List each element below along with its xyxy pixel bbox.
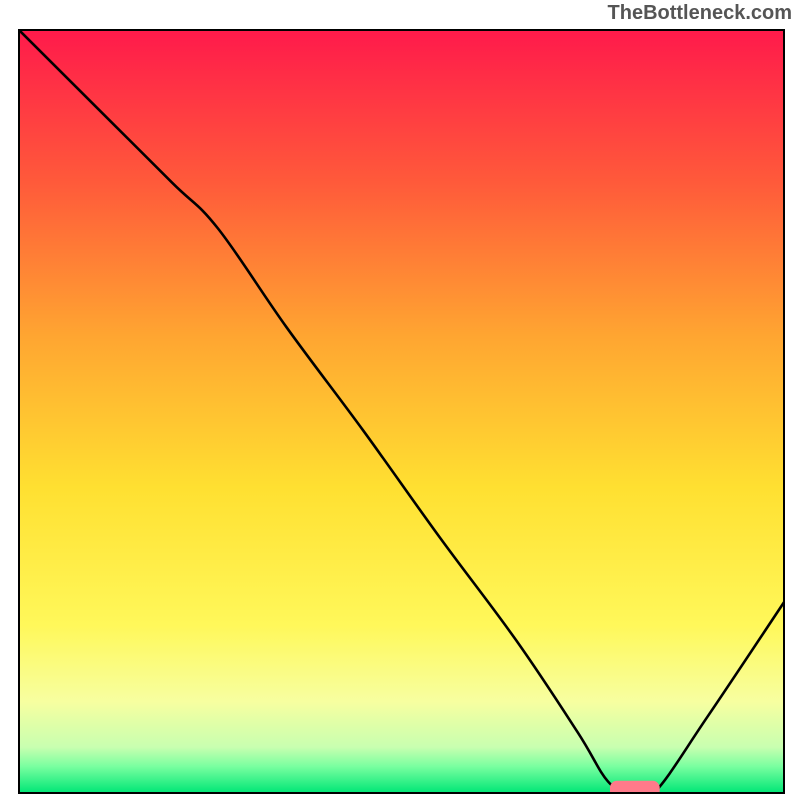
plot-area — [19, 30, 784, 800]
chart-container: TheBottleneck.com — [0, 0, 800, 800]
optimum-marker — [610, 781, 660, 798]
bottleneck-chart — [0, 0, 800, 800]
